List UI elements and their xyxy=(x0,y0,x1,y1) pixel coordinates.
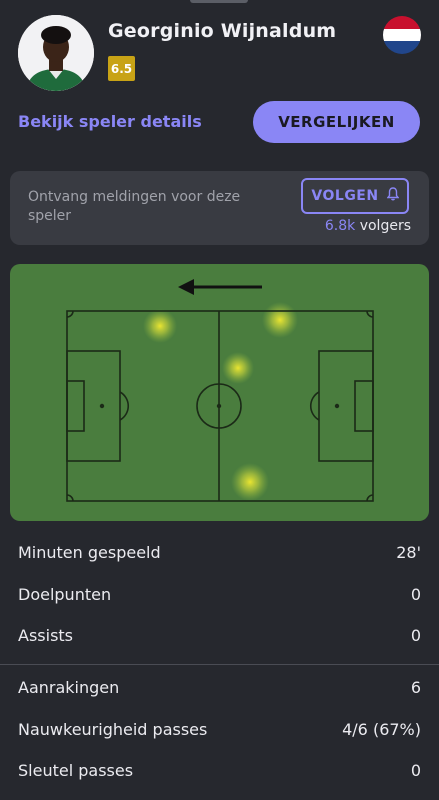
stat-value: 6 xyxy=(410,677,421,697)
stat-value: 0 xyxy=(410,625,421,645)
follow-button[interactable]: VOLGEN xyxy=(301,178,409,214)
stat-label: Doelpunten xyxy=(18,584,112,604)
follow-button-label: VOLGEN xyxy=(311,188,379,204)
stat-label: Sleutel passes xyxy=(18,760,134,780)
stats-divider xyxy=(0,664,439,665)
stat-row-goals: Doelpunten 0 xyxy=(18,582,421,606)
heatmap-pitch xyxy=(10,264,429,521)
stat-label: Aanrakingen xyxy=(18,677,120,697)
stat-row-pass-accuracy: Nauwkeurigheid passes 4/6 (67%) xyxy=(18,717,421,741)
stat-label: Nauwkeurigheid passes xyxy=(18,719,208,739)
stat-value: 4/6 (67%) xyxy=(342,719,421,739)
compare-button[interactable]: VERGELIJKEN xyxy=(253,101,420,143)
followers-count: 6.8k volgers xyxy=(325,218,411,234)
stat-row-assists: Assists 0 xyxy=(18,623,421,647)
stat-label: Assists xyxy=(18,625,74,645)
stat-label: Minuten gespeeld xyxy=(18,542,161,562)
followers-number: 6.8k xyxy=(324,218,356,234)
notification-card: Ontvang meldingen voor deze speler VOLGE… xyxy=(10,171,429,245)
stat-row-touches: Aanrakingen 6 xyxy=(18,675,421,699)
player-avatar xyxy=(18,15,94,91)
player-name: Georginio Wijnaldum xyxy=(108,20,337,42)
rating-badge: 6.5 xyxy=(108,56,135,81)
player-header: Georginio Wijnaldum 6.5 xyxy=(0,0,439,100)
player-details-link[interactable]: Bekijk speler details xyxy=(18,112,202,131)
stat-value: 28' xyxy=(396,542,421,562)
stat-value: 0 xyxy=(410,760,421,780)
stat-value: 0 xyxy=(410,584,421,604)
bell-icon xyxy=(386,187,399,205)
netherlands-flag-icon xyxy=(383,16,421,54)
stat-row-key-passes: Sleutel passes 0 xyxy=(18,758,421,782)
followers-label: volgers xyxy=(359,218,411,234)
stat-row-minutes: Minuten gespeeld 28' xyxy=(18,540,421,564)
notification-text: Ontvang meldingen voor deze speler xyxy=(28,189,241,224)
